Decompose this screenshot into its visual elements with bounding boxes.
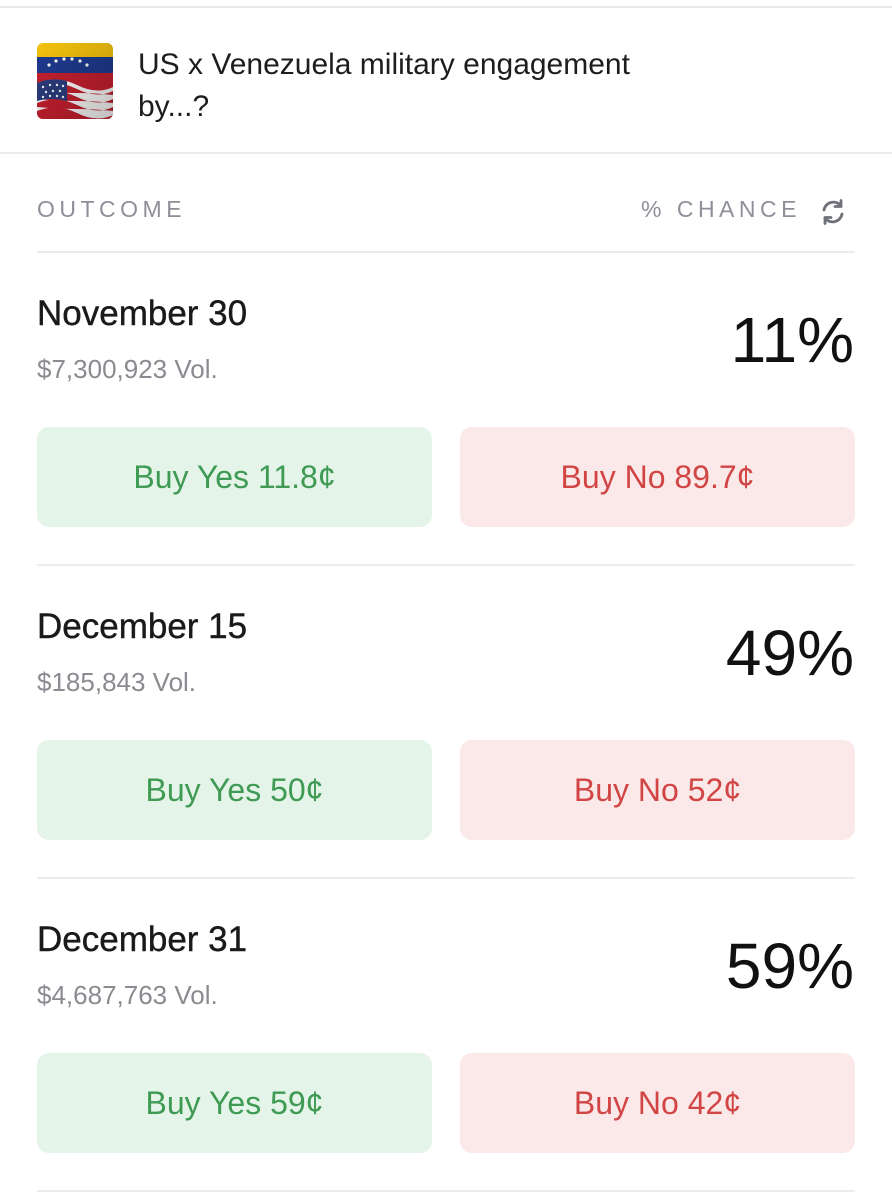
buy-no-button[interactable]: Buy No 42¢ [460, 1053, 855, 1153]
outcome-chance: 11% [730, 304, 854, 376]
outcome-volume: $4,687,763 Vol. [37, 980, 218, 1010]
refresh-icon[interactable] [818, 197, 848, 227]
outcome-volume: $185,843 Vol. [37, 667, 197, 697]
buy-no-button[interactable]: Buy No 89.7¢ [460, 427, 855, 527]
row-divider [37, 564, 855, 566]
row-divider [37, 877, 855, 879]
chance-column-header[interactable]: % CHANCE [641, 196, 801, 226]
outcome-column-header: OUTCOME [37, 196, 187, 222]
buy-yes-button[interactable]: Buy Yes 11.8¢ [37, 427, 432, 527]
buy-no-button[interactable]: Buy No 52¢ [460, 740, 855, 840]
market-title[interactable]: US x Venezuela military engagement by...… [138, 44, 698, 128]
outcome-volume: $7,300,923 Vol. [37, 354, 218, 384]
outcome-label: November 30 [37, 294, 248, 333]
buy-yes-button[interactable]: Buy Yes 59¢ [37, 1053, 432, 1153]
outcome-chance: 49% [725, 617, 854, 689]
row-divider [37, 1190, 855, 1192]
header-divider [37, 251, 855, 253]
outcome-label: December 15 [37, 607, 248, 646]
market-header[interactable]: US x Venezuela military engagement by...… [0, 8, 892, 154]
outcome-label: December 31 [37, 920, 248, 959]
buy-yes-button[interactable]: Buy Yes 50¢ [37, 740, 432, 840]
outcome-chance: 59% [725, 930, 854, 1002]
us-venezuela-flags-icon [37, 43, 113, 119]
